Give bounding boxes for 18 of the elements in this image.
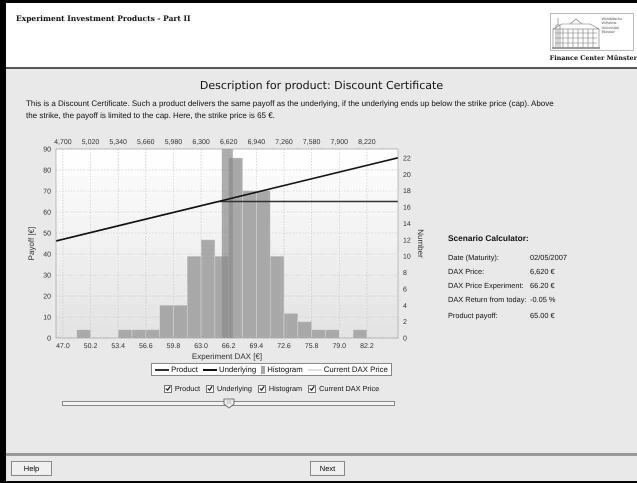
checkbox[interactable] bbox=[308, 384, 316, 393]
slider-thumb[interactable] bbox=[222, 398, 234, 410]
legend-swatch bbox=[308, 368, 322, 371]
histogram-bar bbox=[118, 330, 132, 338]
histogram-bar bbox=[325, 330, 340, 338]
product-description: This is a Discount Certificate. Such a product delivers the same payoff as the underlying, if the underlying ends up below the strike price (cap). Above the strike, the payoff is limited to the cap. Here, the strike price is 65 €. bbox=[26, 98, 555, 122]
y-axis-title: Payoff [€] bbox=[27, 226, 36, 261]
checkbox[interactable] bbox=[164, 384, 172, 393]
x-axis-title: Experiment DAX [€] bbox=[192, 352, 262, 362]
calculator-title: Scenario Calculator: bbox=[448, 233, 530, 244]
checkbox[interactable] bbox=[258, 384, 266, 393]
histogram-bar bbox=[132, 330, 146, 338]
histogram-bar bbox=[352, 330, 368, 338]
checkbox[interactable] bbox=[206, 384, 214, 393]
y-axis-title: Number bbox=[416, 229, 425, 258]
building-icon bbox=[552, 15, 600, 49]
histogram-bar bbox=[76, 330, 91, 338]
product-heading: Description for product: Discount Certificate bbox=[198, 79, 444, 92]
